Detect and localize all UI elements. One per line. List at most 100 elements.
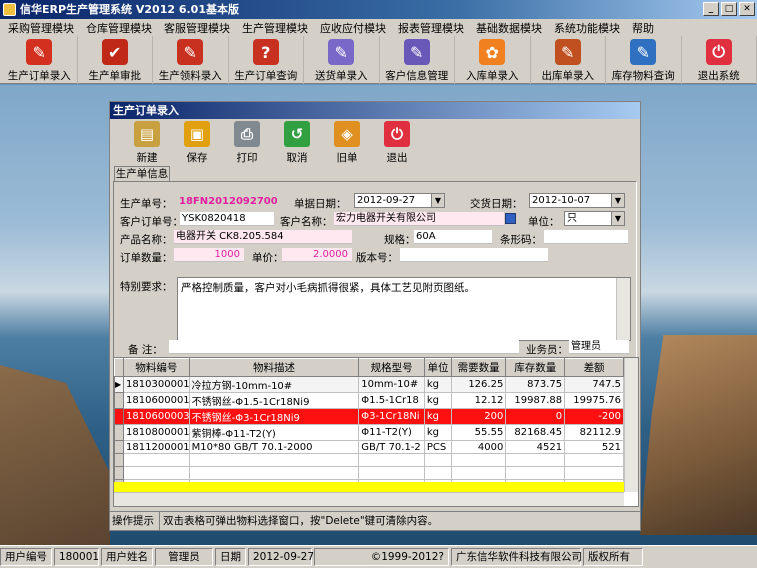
table-cell[interactable]: 521 (564, 440, 624, 454)
table-cell[interactable]: 19987.88 (505, 392, 566, 409)
special-memo[interactable]: 严格控制质量，客户对小毛病抓得很紧，具体工艺见附页图纸。 (177, 277, 631, 341)
window-tool-2[interactable]: ⎙ 打印 (222, 119, 272, 165)
chevron-down-icon[interactable]: ▼ (611, 212, 624, 225)
table-cell[interactable] (564, 466, 624, 480)
menu-receivable-payable[interactable]: 应收应付模块 (314, 20, 392, 36)
table-cell[interactable]: GB/T 70.1-2 (358, 440, 425, 454)
header-material-desc[interactable]: 物料描述 (188, 358, 360, 377)
table-cell[interactable] (123, 466, 190, 480)
maximize-button[interactable]: □ (721, 2, 737, 16)
menu-customer-service[interactable]: 客服管理模块 (158, 20, 236, 36)
table-cell[interactable]: kg (424, 424, 453, 441)
unit-select[interactable]: 只 ▼ (564, 211, 625, 226)
table-row[interactable]: 1810800001 紫铜棒-Φ11-T2(Y) Φ11-T2(Y) kg 55.55 8… (113, 424, 624, 441)
window-tool-3[interactable]: ↺ 取消 (272, 119, 322, 165)
order-no-field[interactable]: 18FN20120927002 (177, 195, 277, 209)
menu-reports[interactable]: 报表管理模块 (392, 20, 470, 36)
minimize-button[interactable]: _ (703, 2, 719, 16)
table-cell[interactable]: kg (424, 376, 453, 393)
table-cell[interactable]: 不锈钢丝-Φ1.5-1Cr18Ni9 (189, 392, 360, 409)
empty-row[interactable] (113, 466, 624, 480)
remark-field[interactable] (169, 340, 519, 354)
table-cell[interactable] (424, 453, 453, 467)
version-field[interactable] (400, 248, 548, 262)
window-tool-0[interactable]: ▤ 新建 (122, 119, 172, 165)
table-cell[interactable]: 1810600003 (123, 408, 190, 425)
grid-vertical-scrollbar[interactable] (624, 358, 638, 492)
header-spec[interactable]: 规格型号 (358, 358, 425, 377)
table-cell[interactable]: 82112.9 (564, 424, 624, 441)
table-cell[interactable]: 0 (505, 408, 566, 425)
table-cell[interactable]: 19975.76 (564, 392, 624, 409)
table-cell[interactable]: 1811200001 (123, 440, 190, 454)
table-row[interactable]: ▶ 1810300001 冷拉方钢-10mm-10# 10mm-10# kg 126.25… (113, 376, 624, 393)
table-cell[interactable] (189, 453, 360, 467)
table-cell[interactable]: 82168.45 (505, 424, 566, 441)
menu-help[interactable]: 帮助 (626, 20, 660, 36)
table-cell[interactable]: 200 (451, 408, 507, 425)
header-unit[interactable]: 单位 (423, 358, 453, 377)
toolbar-button-9[interactable]: ⏻ 退出系统 (682, 36, 757, 84)
table-cell[interactable]: Φ3-1Cr18Ni (358, 408, 425, 425)
table-cell[interactable] (564, 453, 624, 467)
toolbar-button-4[interactable]: ✎ 送货单录入 (304, 36, 380, 84)
menu-warehouse[interactable]: 仓库管理模块 (80, 20, 158, 36)
price-field[interactable]: 2.0000 (282, 248, 352, 262)
table-cell[interactable]: Φ11-T2(Y) (358, 424, 425, 441)
cust-name-field[interactable]: 宏力电器开关有限公司 (334, 212, 504, 226)
table-cell[interactable]: kg (424, 408, 453, 425)
row-indicator[interactable] (113, 424, 125, 441)
table-row[interactable]: 1810600001 不锈钢丝-Φ1.5-1Cr18Ni9 Φ1.5-1Cr18 kg… (113, 392, 624, 409)
menu-system[interactable]: 系统功能模块 (548, 20, 626, 36)
toolbar-button-0[interactable]: ✎ 生产订单录入 (2, 36, 78, 84)
table-cell[interactable]: 12.12 (451, 392, 507, 409)
table-cell[interactable] (113, 453, 125, 467)
toolbar-button-7[interactable]: ✎ 出库单录入 (531, 36, 606, 84)
header-required-qty[interactable]: 需要数量 (451, 358, 507, 377)
table-cell[interactable] (451, 453, 507, 467)
menu-base-data[interactable]: 基础数据模块 (470, 20, 548, 36)
tab-order-info[interactable]: 生产单信息 (114, 166, 170, 181)
table-cell[interactable]: 紫铜棒-Φ11-T2(Y) (189, 424, 360, 441)
table-cell[interactable]: 747.5 (564, 376, 624, 393)
material-grid[interactable]: 物料编号 物料描述 规格型号 单位 需要数量 库存数量 差额 ▶ 18103000… (113, 357, 639, 507)
salesman-field[interactable]: 管理员 (569, 340, 629, 354)
toolbar-button-6[interactable]: ✿ 入库单录入 (455, 36, 531, 84)
row-indicator[interactable]: ▶ (113, 376, 125, 393)
table-cell[interactable]: kg (424, 392, 453, 409)
table-cell[interactable]: 55.55 (451, 424, 507, 441)
toolbar-button-8[interactable]: ✎ 库存物料查询 (606, 36, 682, 84)
table-cell[interactable] (451, 466, 507, 480)
window-tool-4[interactable]: ◈ 旧单 (322, 119, 372, 165)
table-cell[interactable]: 10mm-10# (358, 376, 425, 393)
close-button[interactable]: ✕ (739, 2, 755, 16)
table-cell[interactable]: -200 (564, 408, 624, 425)
table-cell[interactable] (358, 466, 425, 480)
date-picker[interactable]: 2012-09-27 ▼ (354, 193, 445, 208)
menu-purchase[interactable]: 采购管理模块 (2, 20, 80, 36)
table-cell[interactable]: Φ1.5-1Cr18 (358, 392, 425, 409)
empty-row[interactable] (113, 453, 624, 467)
toolbar-button-3[interactable]: ? 生产订单查询 (229, 36, 304, 84)
table-row[interactable]: 1811200001 M10*80 GB/T 70.1-2000 GB/T 70.1… (113, 440, 624, 454)
table-cell[interactable]: 1810600001 (123, 392, 190, 409)
table-cell[interactable] (358, 453, 425, 467)
table-cell[interactable] (113, 466, 125, 480)
window-tool-5[interactable]: ⏻ 退出 (372, 119, 422, 165)
row-indicator[interactable] (113, 440, 125, 454)
toolbar-button-1[interactable]: ✔ 生产单审批 (78, 36, 153, 84)
menu-production[interactable]: 生产管理模块 (236, 20, 314, 36)
header-difference[interactable]: 差额 (564, 358, 624, 377)
window-tool-1[interactable]: ▣ 保存 (172, 119, 222, 165)
table-cell[interactable]: 4000 (451, 440, 507, 454)
table-cell[interactable]: 873.75 (505, 376, 566, 393)
table-row[interactable]: 1810600003 不锈钢丝-Φ3-1Cr18Ni9 Φ3-1Cr18Ni kg 20… (113, 408, 624, 425)
spec-field[interactable]: 60A (414, 230, 492, 244)
product-field[interactable]: 电器开关 CK8.205.584 (174, 230, 352, 244)
qty-field[interactable]: 1000 (174, 248, 244, 262)
grid-horizontal-scrollbar[interactable] (114, 492, 624, 506)
table-cell[interactable]: 1810300001 (123, 376, 190, 393)
table-cell[interactable]: 4521 (505, 440, 566, 454)
table-cell[interactable]: M10*80 GB/T 70.1-2000 (189, 440, 360, 454)
lookup-icon[interactable] (505, 213, 516, 224)
